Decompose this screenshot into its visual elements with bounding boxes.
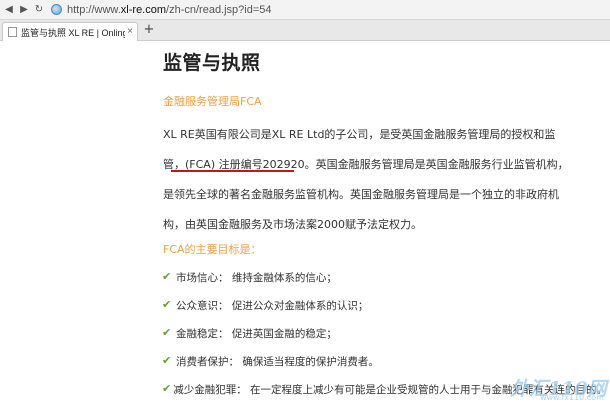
new-tab-button[interactable]: + bbox=[142, 23, 156, 38]
list-item: ✔ 金融稳定： 促进英国金融的稳定； bbox=[162, 326, 592, 354]
site-globe-icon bbox=[51, 4, 62, 15]
goal-text: 市场信心： 维持金融体系的信心； bbox=[176, 272, 337, 284]
close-tab-icon[interactable]: × bbox=[127, 26, 133, 37]
back-arrow-icon[interactable]: ◀ bbox=[3, 4, 15, 16]
goal-text: 金融稳定： 促进英国金融的稳定； bbox=[176, 328, 337, 340]
reload-icon[interactable]: ↻ bbox=[33, 4, 45, 16]
browser-tab[interactable]: 监管与执照 XL RE | Onling Fo × bbox=[2, 22, 138, 41]
goals-title: FCA的主要目标是： bbox=[163, 243, 262, 256]
highlight-underline bbox=[171, 170, 294, 172]
page-title: 监管与执照 bbox=[163, 52, 261, 74]
checkmark-icon: ✔ bbox=[162, 326, 172, 339]
list-item: ✔ 公众意识： 促进公众对金融体系的认识； bbox=[162, 298, 592, 326]
url-field[interactable]: http://www.xl-re.com/zh-cn/read.jsp?id=5… bbox=[67, 4, 272, 16]
checkmark-icon: ✔ bbox=[162, 382, 172, 395]
checkmark-icon: ✔ bbox=[162, 298, 172, 311]
list-item: ✔ 市场信心： 维持金融体系的信心； bbox=[162, 270, 592, 298]
url-prefix: http://www. bbox=[67, 3, 121, 16]
paragraph-line: 是领先全球的著名金融服务监管机构。英国金融服务管理局是一个独立的非政府机 bbox=[163, 188, 559, 201]
goal-text: 消费者保护： 确保适当程度的保护消费者。 bbox=[176, 356, 379, 368]
url-path: /zh-cn/read.jsp?id=54 bbox=[166, 3, 272, 16]
watermark-url: www.fx110.com bbox=[540, 393, 604, 402]
url-host: xl-re.com bbox=[120, 3, 167, 16]
address-bar: ◀ ▶ ↻ http://www.xl-re.com/zh-cn/read.js… bbox=[0, 0, 610, 20]
forward-arrow-icon[interactable]: ▶ bbox=[18, 4, 30, 16]
goal-text: 公众意识： 促进公众对金融体系的认识； bbox=[176, 300, 369, 312]
tab-title: 监管与执照 XL RE | Onling Fo bbox=[21, 27, 125, 38]
tab-strip: 监管与执照 XL RE | Onling Fo × + bbox=[0, 20, 610, 41]
page-icon bbox=[8, 27, 17, 37]
intro-paragraph: XL RE英国有限公司是XL RE Ltd的子公司，是受英国金融服务管理局的授权… bbox=[163, 120, 569, 240]
section-title: 金融服务管理局FCA bbox=[163, 95, 262, 108]
paragraph-line: 构，由英国金融服务及市场法案2000赋予法定权力。 bbox=[163, 218, 422, 231]
checkmark-icon: ✔ bbox=[162, 354, 172, 367]
paragraph-line: XL RE英国有限公司是XL RE Ltd的子公司，是受英国金融服务管理局的授权… bbox=[163, 128, 556, 141]
paragraph-line: 管，(FCA) 注册编号202920。英国金融服务管理局是英国金融服务行业监管机… bbox=[163, 158, 569, 171]
checkmark-icon: ✔ bbox=[162, 270, 172, 283]
